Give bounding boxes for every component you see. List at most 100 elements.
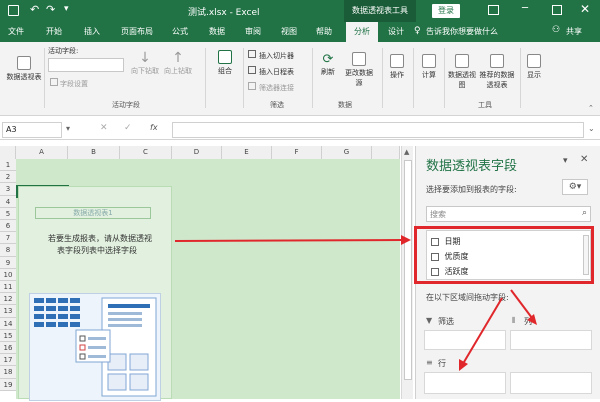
redo-icon[interactable]: ↷ [46,3,55,16]
column-header[interactable]: D [172,146,222,159]
calculations-button[interactable]: 计算 [416,54,442,80]
drill-down-button[interactable]: ↓ 向下钻取 [130,50,160,76]
share-icon[interactable]: ⚇ [552,25,560,35]
row-header[interactable]: 16 [0,342,16,355]
column-header[interactable]: B [68,146,120,159]
insert-timeline-button[interactable]: 插入日程表 [248,66,294,77]
tab-review[interactable]: 审阅 [245,26,261,37]
pivot-chart-label: 数据透视图 [448,71,476,89]
expand-formula-icon[interactable]: ⌄ [588,124,595,133]
active-field-label: 活动字段: [48,47,79,55]
column-header[interactable]: F [272,146,322,159]
tab-help[interactable]: 帮助 [316,26,332,37]
row-header[interactable]: 11 [0,281,16,294]
login-button[interactable]: 登录 [432,4,460,18]
active-field-input[interactable] [48,58,124,72]
tab-view[interactable]: 视图 [281,26,297,37]
row-header[interactable]: 1 [0,159,16,172]
rows-area[interactable]: ≡ 行 [424,356,508,396]
vertical-scrollbar[interactable]: ▲ [401,146,413,399]
refresh-button[interactable]: ⟳ 刷新 [316,52,340,77]
pivot-table-button[interactable]: 数据透视表 [2,56,46,82]
tab-analyze[interactable]: 分析 [346,22,378,42]
filter-drop-zone[interactable] [424,330,506,350]
save-icon[interactable] [8,5,19,16]
columns-area[interactable]: ⦀ 列 [510,314,594,354]
row-header[interactable]: 10 [0,268,16,281]
pivot-chart-button[interactable]: 数据透视图 [447,54,477,90]
rows-area-label: 行 [438,359,446,368]
row-header[interactable]: 9 [0,256,16,269]
drag-areas-label: 在以下区域间拖动字段: [426,293,509,302]
pivot-placeholder[interactable]: 数据透视表1 若要生成报表，请从数据透视 表字段列表中选择字段 [18,186,172,401]
ribbon-display-icon[interactable] [488,5,499,15]
tab-design[interactable]: 设计 [388,26,404,37]
select-all-corner[interactable] [0,146,16,159]
row-header[interactable]: 13 [0,305,16,318]
show-button[interactable]: 显示 [522,54,546,80]
pane-close-icon[interactable]: ✕ [580,154,588,165]
tab-insert[interactable]: 插入 [84,26,100,37]
row-header[interactable]: 8 [0,244,16,257]
row-header[interactable]: 19 [0,378,16,391]
column-header[interactable]: G [322,146,372,159]
collapse-ribbon-icon[interactable]: ⌃ [588,104,594,112]
filter-connections-button[interactable]: 筛选器连接 [248,82,294,93]
ribbon-separator [44,48,45,108]
change-source-button[interactable]: 更改数据源 [344,52,374,88]
customize-qat-icon[interactable]: ▾ [64,4,69,14]
close-icon[interactable]: ✕ [580,2,590,16]
filter-area[interactable]: ▼ 筛选 [424,314,508,354]
row-header[interactable]: 12 [0,293,16,306]
show-label: 显示 [527,71,541,79]
scroll-up-icon[interactable]: ▲ [404,148,409,156]
field-settings-button[interactable]: 字段设置 [50,78,88,89]
row-header[interactable]: 7 [0,232,16,245]
recommended-pivot-button[interactable]: 推荐的数据透视表 [477,54,517,90]
column-header-empty[interactable] [372,146,400,159]
rows-drop-zone[interactable] [424,372,506,394]
row-header[interactable]: 6 [0,220,16,233]
share-button[interactable]: 共享 [566,26,582,37]
name-box-dropdown-icon[interactable]: ▾ [66,124,70,133]
row-header[interactable]: 3 [0,183,16,196]
row-header[interactable]: 4 [0,195,16,208]
values-area[interactable] [510,356,594,396]
insert-function-icon[interactable]: fx [150,123,158,132]
minimize-icon[interactable]: ─ [522,3,528,14]
tab-home[interactable]: 开始 [46,26,62,37]
confirm-entry-icon[interactable]: ✓ [124,123,132,133]
row-header[interactable]: 18 [0,366,16,379]
cancel-entry-icon[interactable]: ✕ [100,123,108,133]
scroll-thumb[interactable] [404,160,412,380]
actions-button[interactable]: 操作 [384,54,410,80]
tell-me-box[interactable]: 告诉我你想要做什么 [426,26,498,37]
column-header[interactable]: A [16,146,68,159]
drill-up-button[interactable]: ↑ 向上钻取 [163,50,193,76]
column-header[interactable]: E [222,146,272,159]
field-search-input[interactable]: 搜索 ⌕ [426,206,591,222]
drill-up-label: 向上钻取 [164,67,192,75]
search-icon: ⌕ [581,208,587,218]
tab-page-layout[interactable]: 页面布局 [121,26,153,37]
group-button[interactable]: 组合 [210,50,240,76]
tab-data[interactable]: 数据 [209,26,225,37]
row-header[interactable]: 14 [0,317,16,330]
restore-icon[interactable] [552,5,562,15]
row-header[interactable]: 2 [0,171,16,184]
values-drop-zone[interactable] [510,372,592,394]
insert-slicer-button[interactable]: 插入切片器 [248,50,294,61]
filter-connections-icon [248,82,256,90]
row-header[interactable]: 5 [0,207,16,220]
row-header[interactable]: 15 [0,329,16,342]
columns-drop-zone[interactable] [510,330,592,350]
undo-icon[interactable]: ↶ [30,3,39,16]
name-box[interactable]: A3 [2,122,62,138]
row-header[interactable]: 17 [0,354,16,367]
tab-formulas[interactable]: 公式 [172,26,188,37]
layout-gear-button[interactable]: ⚙▾ [562,179,588,195]
formula-input[interactable] [172,122,584,138]
column-header[interactable]: C [120,146,172,159]
tab-file[interactable]: 文件 [8,26,24,37]
pane-options-icon[interactable]: ▾ [563,156,568,166]
